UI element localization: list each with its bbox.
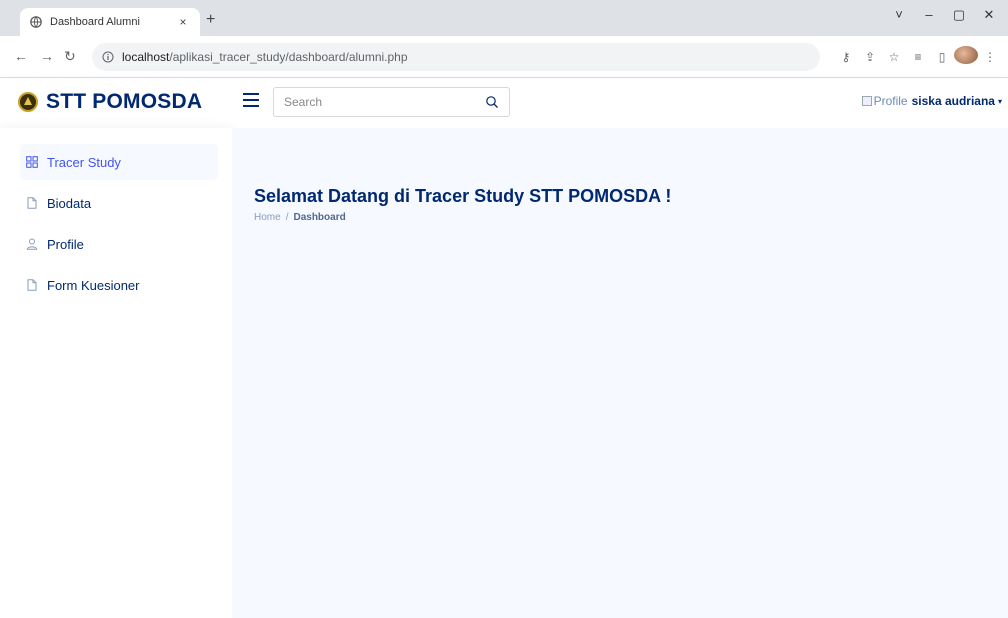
address-bar[interactable]: localhost/aplikasi_tracer_study/dashboar… [92,43,820,71]
profile-dropdown[interactable]: Profile siska audriana ▾ [861,94,1002,108]
breadcrumb-separator: / [285,212,289,223]
url-host: localhost [122,50,170,64]
url-text[interactable]: localhost/aplikasi_tracer_study/dashboar… [122,50,408,64]
hamburger-menu-icon[interactable] [243,93,259,107]
window-controls: ˅ – ▢ ✕ [884,6,1004,24]
back-arrow-icon[interactable]: ← [14,48,28,64]
user-name: siska audriana [911,94,995,108]
grid-icon [26,156,38,168]
sidebar-item-label: Form Kuesioner [47,277,140,293]
info-icon[interactable] [102,51,114,63]
sidebar: Tracer Study Biodata Profile Form Kuesio… [0,128,232,618]
main-content: Selamat Datang di Tracer Study STT POMOS… [232,128,1008,618]
tab-close-icon[interactable]: × [176,15,190,29]
file-icon [27,197,37,209]
logo-emblem-icon [18,92,38,112]
forward-arrow-icon[interactable]: → [40,48,54,64]
tab-title: Dashboard Alumni [50,16,140,28]
star-icon[interactable]: ☆ [882,50,906,64]
user-avatar-icon[interactable] [954,46,978,67]
key-icon[interactable]: ⚷ [834,50,858,64]
search-input[interactable] [284,95,485,109]
url-path: /aplikasi_tracer_study/dashboard/alumni.… [169,50,408,64]
sidebar-item-label: Tracer Study [47,154,121,170]
profile-image: Profile [861,94,908,108]
broken-image-icon [861,96,872,106]
browser-extension-icons: ⚷ ⇪ ☆ ≡ ▯ ⋮ [834,46,1002,67]
new-tab-icon[interactable]: + [206,12,215,28]
breadcrumb-home-link[interactable]: Home [254,212,281,223]
sidebar-item-form-kuesioner[interactable]: Form Kuesioner [22,267,218,303]
sidebar-item-label: Profile [47,236,84,252]
close-window-icon[interactable]: ✕ [974,6,1004,24]
logo[interactable]: STT POMOSDA [18,90,202,114]
minimize-icon[interactable]: – [914,6,944,24]
search-icon[interactable] [485,95,499,109]
tab-search-icon[interactable]: ˅ [884,6,914,24]
sidebar-item-profile[interactable]: Profile [22,226,218,262]
logo-text: STT POMOSDA [46,90,203,113]
app-header: STT POMOSDA Profile siska audriana ▾ [0,78,1008,128]
reading-list-icon[interactable]: ≡ [906,50,930,64]
caret-down-icon: ▾ [997,96,1002,106]
search-form [273,87,510,117]
breadcrumb-current: Dashboard [293,212,346,223]
reload-icon[interactable]: ↻ [64,48,76,64]
page-title: Selamat Datang di Tracer Study STT POMOS… [254,186,672,206]
breadcrumb: Home / Dashboard [254,212,346,223]
share-icon[interactable]: ⇪ [858,50,882,64]
profile-image-alt: Profile [873,94,908,108]
browser-toolbar: ← → ↻ localhost/aplikasi_tracer_study/da… [0,36,1008,78]
file-icon [27,279,37,291]
sidebar-item-label: Biodata [47,195,92,211]
sidebar-item-biodata[interactable]: Biodata [22,185,218,221]
browser-tab-bar: Dashboard Alumni × + ˅ – ▢ ✕ [0,0,1008,36]
side-panel-icon[interactable]: ▯ [930,50,954,64]
sidebar-item-tracer-study[interactable]: Tracer Study [20,144,218,180]
globe-icon [30,16,42,28]
browser-tab[interactable]: Dashboard Alumni × [20,8,200,36]
person-icon [26,238,38,250]
more-menu-icon[interactable]: ⋮ [978,50,1002,64]
maximize-icon[interactable]: ▢ [944,6,974,24]
